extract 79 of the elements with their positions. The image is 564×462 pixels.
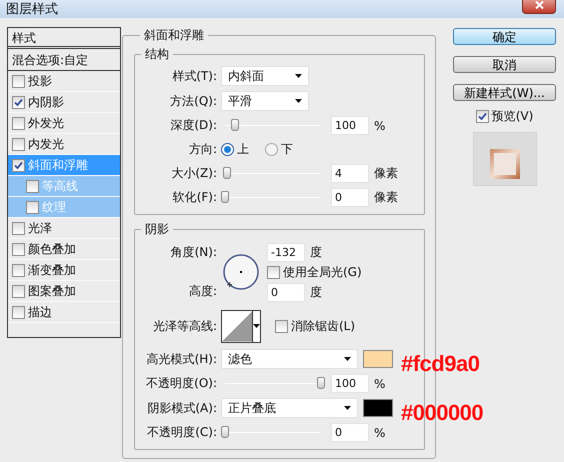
dropdown[interactable]: 内斜面 [221, 66, 309, 86]
caret-icon [295, 99, 302, 103]
unit-label: 像素 [374, 165, 398, 182]
group-title: 结构 [144, 46, 170, 63]
field-label: 光泽等高线: [152, 318, 218, 334]
dialog-button[interactable]: 确定 [453, 28, 556, 45]
unit-label: 像素 [374, 189, 398, 206]
unit-label: 度 [310, 244, 322, 260]
checkbox[interactable] [476, 110, 489, 123]
dialog-button[interactable]: 新建样式(W)... [453, 84, 556, 101]
number-field[interactable]: 0 [331, 188, 369, 207]
preview-thumbnail-drawing [472, 132, 536, 186]
slider-thumb[interactable] [222, 167, 231, 179]
unit-label: % [374, 426, 386, 440]
unit-label: 度 [310, 284, 322, 300]
panel-title: 斜面和浮雕 [143, 27, 205, 44]
checkbox[interactable] [12, 264, 25, 276]
slider-thumb[interactable] [230, 119, 239, 131]
checkbox[interactable] [12, 138, 25, 150]
slider-thumb[interactable] [317, 377, 325, 389]
number-field[interactable]: 0 [331, 423, 369, 442]
caret-icon [344, 406, 351, 410]
contour-curve-icon [222, 310, 252, 342]
checkbox-label: 预览(V) [492, 108, 534, 125]
radio-option[interactable]: 上 [221, 141, 249, 158]
field-label: 方法(Q): [169, 92, 218, 110]
checkbox[interactable] [12, 158, 25, 172]
caret-icon [344, 357, 351, 361]
number-field[interactable]: -132 [267, 242, 305, 262]
checkbox[interactable] [12, 242, 25, 256]
checkbox[interactable] [12, 222, 25, 234]
number-field[interactable]: 100 [331, 374, 369, 393]
radio-option[interactable]: 下 [265, 141, 293, 158]
field-label: 大小(Z): [170, 165, 218, 182]
checkbox-label: 消除锯齿(L) [291, 318, 356, 334]
close-icon [534, 1, 544, 9]
checkbox[interactable] [12, 96, 25, 108]
color-annotation: #fcd9a0 [401, 351, 480, 377]
close-button[interactable] [522, 0, 556, 14]
color-swatch[interactable] [363, 399, 393, 417]
field-label: 不透明度(O): [145, 375, 218, 392]
field-label: 阴影模式(A): [146, 400, 218, 416]
checkbox[interactable] [275, 320, 288, 332]
field-label: 方向: [188, 141, 218, 158]
checkbox-label: 使用全局光(G) [283, 264, 362, 280]
field-label: 深度(D): [169, 117, 218, 134]
group-title: 阴影 [144, 221, 170, 238]
checkbox[interactable] [267, 266, 280, 278]
contour-picker[interactable] [221, 310, 261, 342]
field-label: 样式(T): [171, 68, 218, 84]
field-label: 软化(F): [172, 189, 218, 206]
field-label: 高光模式(H): [146, 350, 218, 368]
checkbox[interactable] [26, 180, 39, 192]
slider-thumb[interactable] [221, 191, 229, 203]
list-header: 样式 [8, 28, 120, 49]
number-field[interactable]: 4 [331, 164, 369, 183]
field-label: 角度(N): [170, 244, 218, 261]
unit-label: % [374, 376, 386, 390]
checkbox[interactable] [12, 284, 25, 298]
unit-label: % [374, 118, 386, 132]
number-field[interactable]: 0 [267, 282, 305, 302]
dialog-button[interactable]: 取消 [453, 56, 556, 73]
field-label: 不透明度(C): [146, 424, 218, 441]
window-title: 图层样式 [6, 1, 58, 18]
dropdown[interactable]: 正片叠底 [221, 398, 358, 418]
checkbox[interactable] [12, 74, 25, 88]
dropdown[interactable]: 平滑 [221, 91, 309, 111]
dropdown[interactable]: 滤色 [221, 349, 358, 369]
color-annotation: #000000 [401, 400, 484, 426]
caret-icon [295, 74, 302, 78]
caret-icon [253, 324, 260, 328]
checkbox[interactable] [12, 116, 25, 130]
angle-dial[interactable] [221, 252, 261, 292]
number-field[interactable]: 100 [331, 116, 369, 135]
slider-thumb[interactable] [221, 426, 229, 438]
checkbox[interactable] [26, 200, 39, 214]
field-label: 高度: [188, 283, 218, 300]
color-swatch[interactable] [363, 350, 393, 368]
checkbox[interactable] [12, 306, 25, 318]
